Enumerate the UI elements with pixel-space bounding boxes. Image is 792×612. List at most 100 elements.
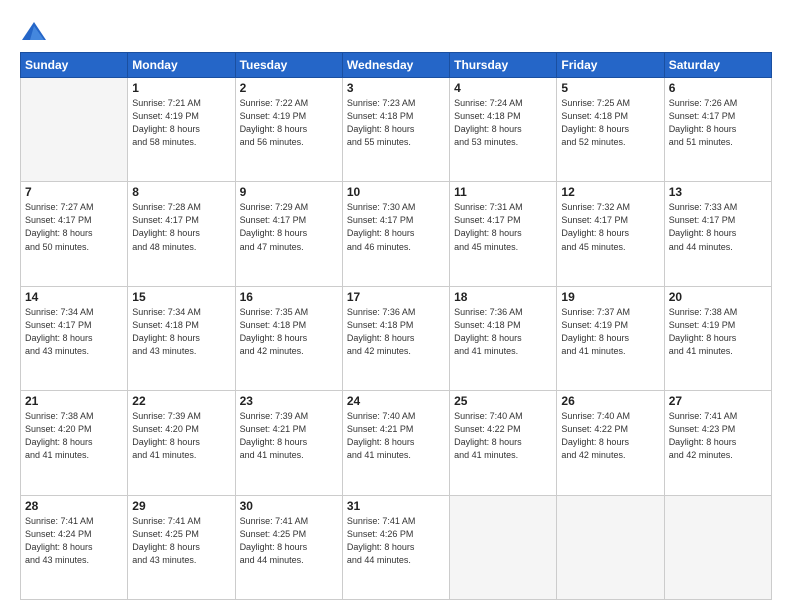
day-number: 4 — [454, 81, 552, 95]
day-number: 27 — [669, 394, 767, 408]
weekday-header-friday: Friday — [557, 53, 664, 78]
day-info: Sunrise: 7:36 AMSunset: 4:18 PMDaylight:… — [454, 306, 552, 358]
day-info: Sunrise: 7:27 AMSunset: 4:17 PMDaylight:… — [25, 201, 123, 253]
day-info: Sunrise: 7:40 AMSunset: 4:21 PMDaylight:… — [347, 410, 445, 462]
day-info: Sunrise: 7:26 AMSunset: 4:17 PMDaylight:… — [669, 97, 767, 149]
day-info: Sunrise: 7:41 AMSunset: 4:25 PMDaylight:… — [132, 515, 230, 567]
calendar-day-cell: 23 Sunrise: 7:39 AMSunset: 4:21 PMDayligh… — [235, 391, 342, 495]
day-number: 19 — [561, 290, 659, 304]
day-number: 22 — [132, 394, 230, 408]
calendar-week-row: 14 Sunrise: 7:34 AMSunset: 4:17 PMDayligh… — [21, 286, 772, 390]
day-info: Sunrise: 7:37 AMSunset: 4:19 PMDaylight:… — [561, 306, 659, 358]
day-number: 18 — [454, 290, 552, 304]
weekday-header-wednesday: Wednesday — [342, 53, 449, 78]
day-info: Sunrise: 7:35 AMSunset: 4:18 PMDaylight:… — [240, 306, 338, 358]
calendar-day-cell — [557, 495, 664, 599]
day-number: 8 — [132, 185, 230, 199]
logo-icon — [20, 18, 48, 46]
day-number: 29 — [132, 499, 230, 513]
calendar-day-cell: 26 Sunrise: 7:40 AMSunset: 4:22 PMDayligh… — [557, 391, 664, 495]
day-info: Sunrise: 7:25 AMSunset: 4:18 PMDaylight:… — [561, 97, 659, 149]
day-info: Sunrise: 7:30 AMSunset: 4:17 PMDaylight:… — [347, 201, 445, 253]
day-number: 24 — [347, 394, 445, 408]
calendar-day-cell: 24 Sunrise: 7:40 AMSunset: 4:21 PMDayligh… — [342, 391, 449, 495]
day-number: 31 — [347, 499, 445, 513]
day-info: Sunrise: 7:34 AMSunset: 4:18 PMDaylight:… — [132, 306, 230, 358]
day-number: 15 — [132, 290, 230, 304]
calendar-day-cell: 17 Sunrise: 7:36 AMSunset: 4:18 PMDayligh… — [342, 286, 449, 390]
day-number: 2 — [240, 81, 338, 95]
calendar-day-cell: 20Sunrise: 7:38 AMSunset: 4:19 PMDayligh… — [664, 286, 771, 390]
day-info: Sunrise: 7:39 AMSunset: 4:20 PMDaylight:… — [132, 410, 230, 462]
day-info: Sunrise: 7:40 AMSunset: 4:22 PMDaylight:… — [561, 410, 659, 462]
calendar-day-cell: 3 Sunrise: 7:23 AMSunset: 4:18 PMDaylight… — [342, 78, 449, 182]
calendar-day-cell: 18 Sunrise: 7:36 AMSunset: 4:18 PMDayligh… — [450, 286, 557, 390]
day-info: Sunrise: 7:23 AMSunset: 4:18 PMDaylight:… — [347, 97, 445, 149]
day-number: 6 — [669, 81, 767, 95]
day-number: 26 — [561, 394, 659, 408]
logo — [20, 18, 52, 46]
day-number: 5 — [561, 81, 659, 95]
calendar-day-cell: 16 Sunrise: 7:35 AMSunset: 4:18 PMDayligh… — [235, 286, 342, 390]
day-info: Sunrise: 7:41 AMSunset: 4:26 PMDaylight:… — [347, 515, 445, 567]
calendar-day-cell: 10 Sunrise: 7:30 AMSunset: 4:17 PMDayligh… — [342, 182, 449, 286]
page: SundayMondayTuesdayWednesdayThursdayFrid… — [0, 0, 792, 612]
day-info: Sunrise: 7:38 AMSunset: 4:19 PMDaylight:… — [669, 306, 767, 358]
day-number: 23 — [240, 394, 338, 408]
calendar-day-cell: 25 Sunrise: 7:40 AMSunset: 4:22 PMDayligh… — [450, 391, 557, 495]
day-number: 7 — [25, 185, 123, 199]
weekday-header-monday: Monday — [128, 53, 235, 78]
day-info: Sunrise: 7:39 AMSunset: 4:21 PMDaylight:… — [240, 410, 338, 462]
day-info: Sunrise: 7:40 AMSunset: 4:22 PMDaylight:… — [454, 410, 552, 462]
calendar-day-cell: 7 Sunrise: 7:27 AMSunset: 4:17 PMDaylight… — [21, 182, 128, 286]
day-info: Sunrise: 7:33 AMSunset: 4:17 PMDaylight:… — [669, 201, 767, 253]
calendar-day-cell: 29 Sunrise: 7:41 AMSunset: 4:25 PMDayligh… — [128, 495, 235, 599]
calendar-day-cell — [21, 78, 128, 182]
calendar-day-cell: 11 Sunrise: 7:31 AMSunset: 4:17 PMDayligh… — [450, 182, 557, 286]
day-number: 1 — [132, 81, 230, 95]
day-number: 28 — [25, 499, 123, 513]
calendar-day-cell: 13 Sunrise: 7:33 AMSunset: 4:17 PMDayligh… — [664, 182, 771, 286]
calendar-day-cell: 6 Sunrise: 7:26 AMSunset: 4:17 PMDaylight… — [664, 78, 771, 182]
calendar-day-cell: 8 Sunrise: 7:28 AMSunset: 4:17 PMDaylight… — [128, 182, 235, 286]
weekday-header-thursday: Thursday — [450, 53, 557, 78]
calendar-week-row: 28 Sunrise: 7:41 AMSunset: 4:24 PMDayligh… — [21, 495, 772, 599]
day-number: 13 — [669, 185, 767, 199]
calendar-day-cell: 4Sunrise: 7:24 AMSunset: 4:18 PMDaylight… — [450, 78, 557, 182]
day-number: 16 — [240, 290, 338, 304]
day-number: 3 — [347, 81, 445, 95]
day-number: 21 — [25, 394, 123, 408]
calendar-day-cell: 19 Sunrise: 7:37 AMSunset: 4:19 PMDayligh… — [557, 286, 664, 390]
calendar-day-cell: 31 Sunrise: 7:41 AMSunset: 4:26 PMDayligh… — [342, 495, 449, 599]
calendar-day-cell: 22 Sunrise: 7:39 AMSunset: 4:20 PMDayligh… — [128, 391, 235, 495]
weekday-header-tuesday: Tuesday — [235, 53, 342, 78]
day-info: Sunrise: 7:41 AMSunset: 4:23 PMDaylight:… — [669, 410, 767, 462]
calendar-day-cell: 21 Sunrise: 7:38 AMSunset: 4:20 PMDayligh… — [21, 391, 128, 495]
calendar-day-cell: 15 Sunrise: 7:34 AMSunset: 4:18 PMDayligh… — [128, 286, 235, 390]
calendar-day-cell: 14 Sunrise: 7:34 AMSunset: 4:17 PMDayligh… — [21, 286, 128, 390]
calendar-day-cell: 1 Sunrise: 7:21 AMSunset: 4:19 PMDaylight… — [128, 78, 235, 182]
day-info: Sunrise: 7:32 AMSunset: 4:17 PMDaylight:… — [561, 201, 659, 253]
day-number: 17 — [347, 290, 445, 304]
day-info: Sunrise: 7:38 AMSunset: 4:20 PMDaylight:… — [25, 410, 123, 462]
day-number: 10 — [347, 185, 445, 199]
day-info: Sunrise: 7:34 AMSunset: 4:17 PMDaylight:… — [25, 306, 123, 358]
calendar-day-cell: 5 Sunrise: 7:25 AMSunset: 4:18 PMDaylight… — [557, 78, 664, 182]
day-info: Sunrise: 7:36 AMSunset: 4:18 PMDaylight:… — [347, 306, 445, 358]
calendar-week-row: 7 Sunrise: 7:27 AMSunset: 4:17 PMDaylight… — [21, 182, 772, 286]
day-info: Sunrise: 7:22 AMSunset: 4:19 PMDaylight:… — [240, 97, 338, 149]
calendar-table: SundayMondayTuesdayWednesdayThursdayFrid… — [20, 52, 772, 600]
day-info: Sunrise: 7:21 AMSunset: 4:19 PMDaylight:… — [132, 97, 230, 149]
day-number: 9 — [240, 185, 338, 199]
day-number: 14 — [25, 290, 123, 304]
day-info: Sunrise: 7:31 AMSunset: 4:17 PMDaylight:… — [454, 201, 552, 253]
day-number: 11 — [454, 185, 552, 199]
header — [20, 18, 772, 46]
day-info: Sunrise: 7:28 AMSunset: 4:17 PMDaylight:… — [132, 201, 230, 253]
calendar-day-cell: 27 Sunrise: 7:41 AMSunset: 4:23 PMDayligh… — [664, 391, 771, 495]
weekday-header-row: SundayMondayTuesdayWednesdayThursdayFrid… — [21, 53, 772, 78]
calendar-day-cell: 9Sunrise: 7:29 AMSunset: 4:17 PMDaylight… — [235, 182, 342, 286]
weekday-header-sunday: Sunday — [21, 53, 128, 78]
day-number: 25 — [454, 394, 552, 408]
day-info: Sunrise: 7:41 AMSunset: 4:24 PMDaylight:… — [25, 515, 123, 567]
